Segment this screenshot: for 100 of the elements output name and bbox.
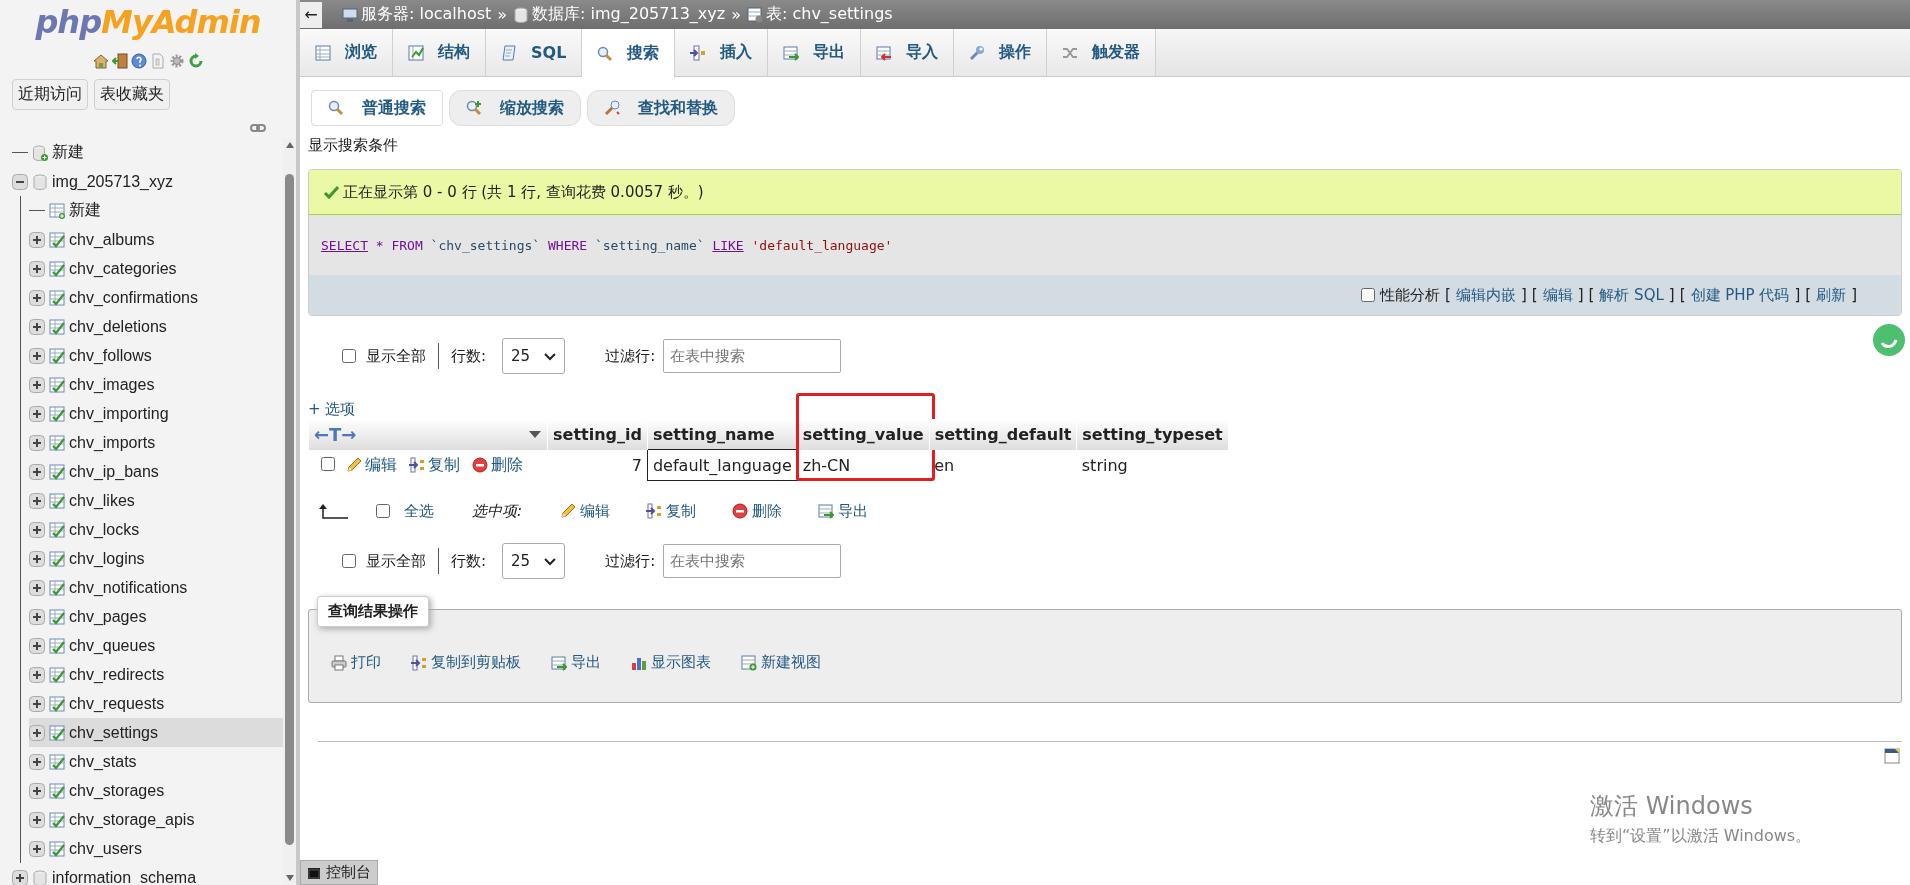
tab[interactable]: 浏览 bbox=[300, 29, 393, 76]
criteria-toggle-link[interactable]: 显示搜索条件 bbox=[308, 136, 1902, 155]
expand-icon[interactable] bbox=[29, 811, 45, 828]
scroll-down-icon[interactable] bbox=[284, 873, 295, 883]
table-icon[interactable] bbox=[49, 260, 65, 277]
tree-item[interactable]: chv_imports bbox=[29, 428, 283, 457]
expand-icon[interactable] bbox=[29, 550, 45, 567]
search-mode-tab[interactable]: 普通搜索 bbox=[311, 90, 443, 126]
table-icon[interactable] bbox=[49, 231, 65, 248]
dropdown-arrow-icon[interactable] bbox=[528, 429, 542, 440]
tree-item[interactable]: chv_likes bbox=[29, 486, 283, 515]
expand-icon[interactable] bbox=[29, 782, 45, 799]
expand-icon[interactable] bbox=[12, 869, 28, 885]
expand-icon[interactable] bbox=[29, 695, 45, 712]
expand-icon[interactable] bbox=[29, 666, 45, 683]
table-icon[interactable] bbox=[49, 579, 65, 596]
table-icon[interactable] bbox=[49, 347, 65, 364]
expand-icon[interactable] bbox=[29, 492, 45, 509]
tree-item[interactable]: chv_locks bbox=[29, 515, 283, 544]
operation-link[interactable]: 显示图表 bbox=[631, 653, 711, 672]
table-icon[interactable] bbox=[49, 724, 65, 741]
table-icon[interactable] bbox=[49, 637, 65, 654]
table-icon[interactable] bbox=[49, 376, 65, 393]
expand-icon[interactable] bbox=[29, 608, 45, 625]
link-icon[interactable] bbox=[250, 122, 266, 134]
expand-icon[interactable] bbox=[29, 405, 45, 422]
breadcrumb-link[interactable]: 数据库: img_205713_xyz bbox=[532, 4, 726, 25]
expand-icon[interactable] bbox=[29, 724, 45, 741]
tree-item[interactable]: chv_users bbox=[29, 834, 283, 863]
row-action-link[interactable]: 复制 bbox=[409, 454, 461, 476]
table-icon[interactable] bbox=[49, 521, 65, 538]
tab[interactable]: 操作 bbox=[954, 29, 1048, 76]
expand-icon[interactable] bbox=[29, 753, 45, 770]
checkbox[interactable] bbox=[1361, 288, 1376, 302]
options-link[interactable]: + 选项 bbox=[308, 400, 356, 419]
row-action-link[interactable]: 删除 bbox=[472, 454, 524, 476]
tab[interactable]: 插入 bbox=[675, 29, 769, 76]
tree-item[interactable]: chv_settings bbox=[29, 718, 283, 747]
tree-item[interactable]: chv_storage_apis bbox=[29, 805, 283, 834]
table-icon[interactable] bbox=[49, 666, 65, 683]
table-icon[interactable] bbox=[49, 492, 65, 509]
bulk-action-link[interactable]: 编辑 bbox=[560, 501, 611, 521]
operation-link[interactable]: 导出 bbox=[551, 653, 601, 672]
checkbox[interactable] bbox=[376, 504, 390, 518]
tree-label[interactable]: img_205713_xyz bbox=[52, 172, 173, 191]
query-link[interactable]: 创建 PHP 代码 bbox=[1690, 285, 1790, 305]
tree-item[interactable]: chv_importing bbox=[29, 399, 283, 428]
tree-item[interactable]: chv_logins bbox=[29, 544, 283, 573]
tree-item[interactable]: chv_albums bbox=[29, 225, 283, 254]
tree-item[interactable]: chv_confirmations bbox=[29, 283, 283, 312]
operation-link[interactable]: 新建视图 bbox=[741, 653, 821, 672]
logo[interactable]: phpMyAdmin bbox=[35, 3, 261, 41]
expand-icon[interactable] bbox=[29, 579, 45, 596]
expand-icon[interactable] bbox=[29, 637, 45, 654]
tree-item[interactable]: chv_queues bbox=[29, 631, 283, 660]
collapse-icon[interactable] bbox=[12, 173, 28, 190]
table-add-icon[interactable] bbox=[49, 202, 65, 219]
table-icon[interactable] bbox=[49, 463, 65, 480]
door-icon[interactable] bbox=[111, 53, 128, 69]
tree-item[interactable]: chv_redirects bbox=[29, 660, 283, 689]
tree-item[interactable]: chv_pages bbox=[29, 602, 283, 631]
back-button[interactable]: ← bbox=[300, 1, 322, 28]
expand-icon[interactable] bbox=[29, 521, 45, 538]
expand-icon[interactable] bbox=[29, 231, 45, 248]
scroll-up-icon[interactable] bbox=[284, 140, 295, 150]
checkbox[interactable] bbox=[320, 456, 335, 471]
expand-icon[interactable] bbox=[29, 434, 45, 451]
rows-dropdown[interactable]: 25 bbox=[502, 338, 566, 374]
tree-label[interactable]: 新建 bbox=[69, 200, 101, 221]
tree-item[interactable]: chv_storages bbox=[29, 776, 283, 805]
reload-icon[interactable] bbox=[187, 53, 204, 69]
filter-field[interactable]: 在表中搜索 bbox=[663, 339, 842, 373]
table-icon[interactable] bbox=[49, 434, 65, 451]
table-icon[interactable] bbox=[49, 811, 65, 828]
tree-item[interactable]: chv_deletions bbox=[29, 312, 283, 341]
search-mode-tab[interactable]: 查找和替换 bbox=[587, 90, 735, 126]
table-icon[interactable] bbox=[49, 782, 65, 799]
breadcrumb-link[interactable]: 服务器: localhost bbox=[361, 4, 492, 25]
tab[interactable]: 结构 bbox=[393, 29, 486, 76]
tab[interactable]: SQL bbox=[486, 29, 583, 76]
operation-link[interactable]: 打印 bbox=[331, 653, 381, 672]
tree-label[interactable]: information_schema bbox=[52, 868, 197, 885]
tab[interactable]: 导入 bbox=[861, 29, 955, 76]
tree-item[interactable]: chv_follows bbox=[29, 341, 283, 370]
sidebar-button[interactable]: 近期访问 bbox=[12, 79, 88, 110]
select-all-link[interactable]: 全选 bbox=[404, 501, 434, 521]
expand-icon[interactable] bbox=[29, 376, 45, 393]
expand-icon[interactable] bbox=[29, 463, 45, 480]
tree-item[interactable]: chv_notifications bbox=[29, 573, 283, 602]
rows-dropdown[interactable]: 25 bbox=[502, 543, 566, 579]
note-icon[interactable] bbox=[1884, 748, 1900, 764]
row-action-link[interactable]: 编辑 bbox=[346, 454, 398, 476]
query-link[interactable]: 编辑 bbox=[1542, 285, 1573, 305]
breadcrumb-link[interactable]: 表: chv_settings bbox=[765, 4, 893, 25]
expand-icon[interactable] bbox=[29, 318, 45, 335]
settings-icon[interactable] bbox=[168, 53, 185, 69]
filter-field[interactable]: 在表中搜索 bbox=[663, 544, 842, 578]
tree-label[interactable]: 新建 bbox=[52, 142, 84, 163]
tree-item[interactable]: chv_stats bbox=[29, 747, 283, 776]
query-link[interactable]: 编辑内嵌 bbox=[1455, 285, 1516, 305]
